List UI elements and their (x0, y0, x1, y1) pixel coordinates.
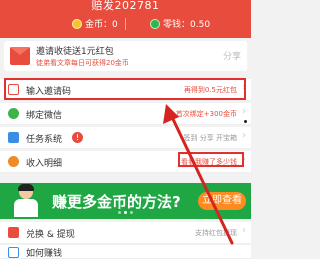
chevron-right-icon: › (242, 154, 246, 165)
change-balance[interactable]: 零钱：0.50 (150, 17, 210, 30)
change-icon (150, 18, 160, 29)
banner-title: 赚更多金币的方法? (52, 193, 181, 211)
carousel-dots (118, 211, 133, 214)
dot-marker (244, 120, 247, 123)
user-id: 赔发202781 (91, 0, 160, 12)
coin-balance-text: 金币：0 (85, 20, 118, 30)
invite-friends-card[interactable]: 邀请收徒送1元红包 徒弟看文章每日可获得20金币 分享 (4, 41, 247, 71)
menu-item-hint: 签到 分享 开宝箱 (183, 134, 237, 142)
menu-item-exchange-withdraw[interactable]: 兑换 & 提现 支持红包提现 › (0, 222, 251, 244)
red-envelope-icon (10, 47, 30, 65)
coin-icon (72, 18, 82, 29)
income-icon (8, 156, 19, 167)
exchange-icon (8, 227, 19, 238)
notification-badge: ! (72, 132, 83, 143)
menu-item-hint: 首次绑定+300金币 (175, 110, 237, 118)
menu-item-hint: 支持红包提现 (195, 229, 237, 237)
share-link[interactable]: 分享 (223, 49, 241, 62)
menu-item-hint: 看看我赚了多少钱 (181, 158, 237, 166)
menu-item-label: 绑定微信 (26, 111, 63, 121)
invite-code-icon (8, 84, 19, 95)
menu-item-label: 如何赚钱 (26, 249, 63, 259)
menu-item-income-details[interactable]: 收入明细 看看我赚了多少钱 › (0, 151, 251, 173)
menu-item-invite-code[interactable]: 输入邀请码 再得到0.5元红包 › (0, 79, 251, 101)
chevron-right-icon: › (242, 106, 246, 117)
account-header: 赔发202781 金币：0 零钱：0.50 (0, 0, 251, 38)
menu-item-label: 输入邀请码 (26, 87, 72, 97)
menu-item-label: 任务系统 (26, 135, 63, 145)
chevron-right-icon: › (242, 130, 246, 141)
carousel-dot[interactable] (130, 211, 133, 214)
chevron-right-icon: › (242, 82, 246, 93)
invite-title: 邀请收徒送1元红包 (36, 47, 114, 57)
coin-balance[interactable]: 金币：0 (72, 17, 118, 30)
menu-item-bind-wechat[interactable]: 绑定微信 首次绑定+300金币 › (0, 103, 251, 125)
view-now-button[interactable]: 立即查看 (198, 192, 246, 210)
menu-item-task-system[interactable]: 任务系统 ! 签到 分享 开宝箱 › (0, 127, 251, 149)
person-illustration (14, 184, 38, 217)
change-balance-text: 零钱：0.50 (163, 20, 211, 30)
how-to-earn-icon (8, 247, 19, 258)
carousel-dot[interactable] (118, 211, 121, 214)
menu-item-hint: 再得到0.5元红包 (183, 86, 237, 94)
menu-item-label: 收入明细 (26, 159, 63, 169)
task-icon (8, 132, 19, 143)
wechat-icon (8, 108, 19, 119)
carousel-dot-active[interactable] (124, 211, 127, 214)
chevron-right-icon: › (242, 225, 246, 236)
menu-item-how-to-earn[interactable]: 如何赚钱 (0, 245, 251, 259)
header-divider (125, 18, 126, 30)
invite-subtitle: 徒弟看文章每日可获得20金币 (36, 59, 129, 67)
menu-item-label: 兑换 & 提现 (26, 230, 75, 240)
